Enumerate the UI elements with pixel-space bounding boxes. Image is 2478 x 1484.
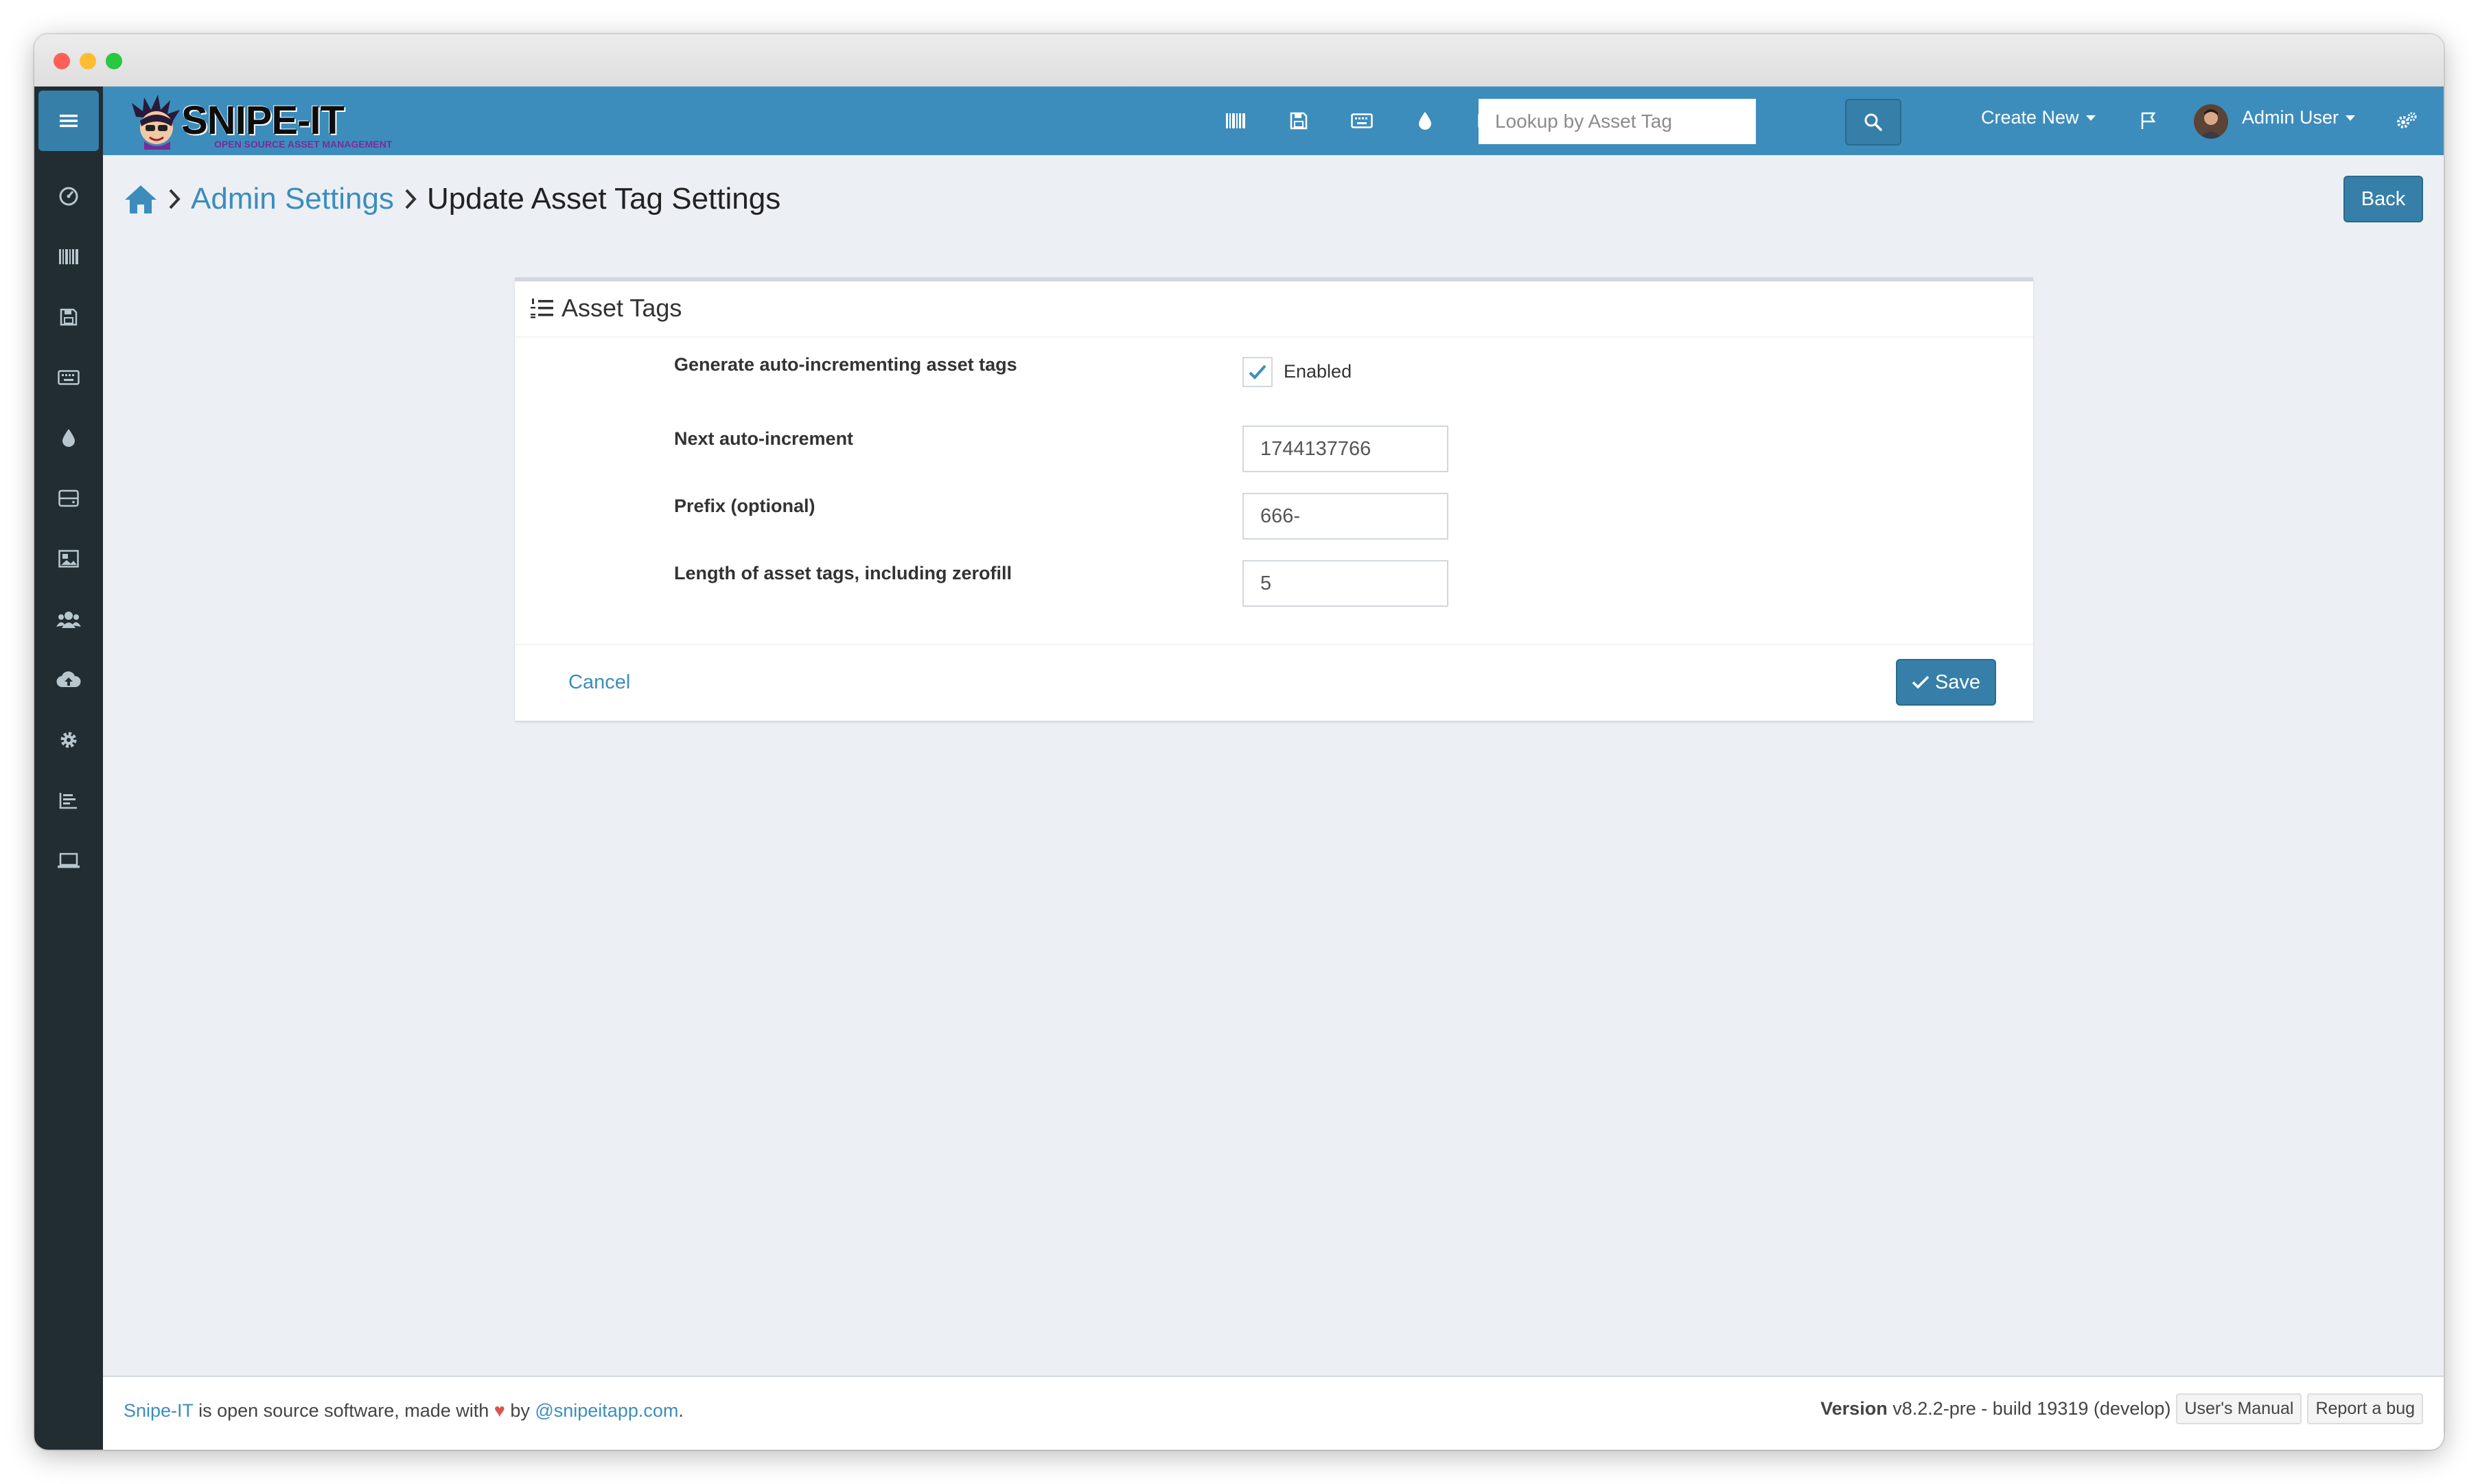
- footer-text: is open source software, made with: [193, 1400, 494, 1421]
- barcode-icon: [59, 249, 78, 264]
- footer-text: .: [678, 1400, 684, 1421]
- sidebar-item-predefined-kits[interactable]: [34, 538, 103, 579]
- footer-credits: Snipe-IT is open source software, made w…: [124, 1400, 684, 1422]
- hamburger-icon: [60, 115, 78, 128]
- users-manual-button[interactable]: User's Manual: [2176, 1393, 2302, 1424]
- mascot-logo-icon: [132, 95, 180, 150]
- admin-settings-cogs-icon[interactable]: [2390, 104, 2423, 137]
- sidebar-item-dashboard[interactable]: [34, 176, 103, 217]
- panel-header: Asset Tags: [515, 281, 2033, 338]
- snipeitapp-link[interactable]: @snipeitapp.com: [535, 1400, 678, 1421]
- snipe-it-link[interactable]: Snipe-IT: [124, 1400, 194, 1421]
- list-ol-icon: [531, 299, 553, 318]
- sidebar-item-reports[interactable]: [34, 780, 103, 821]
- sidebar-item-accessories[interactable]: [34, 357, 103, 398]
- create-new-dropdown[interactable]: Create New: [1981, 107, 2096, 128]
- cog-icon: [60, 732, 77, 748]
- breadcrumb-home[interactable]: [124, 183, 158, 215]
- brand-name: SNIPE-IT: [181, 98, 345, 143]
- footer-version: Version v8.2.2-pre - build 19319 (develo…: [1820, 1393, 2423, 1424]
- sidebar-item-import[interactable]: [34, 659, 103, 700]
- flag-icon[interactable]: [2132, 104, 2165, 137]
- user-name: Admin User: [2242, 107, 2339, 128]
- footer-text: by: [505, 1400, 535, 1421]
- window-titlebar: [34, 34, 2444, 88]
- save-button[interactable]: Save: [1896, 659, 1996, 706]
- report-bug-button[interactable]: Report a bug: [2307, 1393, 2423, 1424]
- breadcrumb-admin-settings[interactable]: Admin Settings: [191, 182, 394, 216]
- enabled-label[interactable]: Enabled: [1284, 361, 1352, 382]
- user-menu-dropdown[interactable]: Admin User: [2242, 107, 2356, 128]
- search-button[interactable]: [1845, 99, 1901, 146]
- chevron-right-icon: [169, 189, 181, 209]
- create-new-label: Create New: [1981, 107, 2079, 128]
- brand-tagline: OPEN SOURCE ASSET MANAGEMENT: [214, 139, 393, 150]
- sidebar-item-requestable[interactable]: [34, 840, 103, 881]
- chevron-down-icon: [2346, 115, 2356, 121]
- sidebar-item-settings[interactable]: [34, 719, 103, 761]
- drop-icon: [62, 429, 75, 447]
- sidebar-item-assets[interactable]: [34, 236, 103, 277]
- brand-logo[interactable]: SNIPE-IT OPEN SOURCE ASSET MANAGEMENT: [130, 92, 398, 152]
- page-footer: Snipe-IT is open source software, made w…: [103, 1376, 2444, 1450]
- zoom-window-button[interactable]: [106, 53, 122, 69]
- chart-icon: [59, 793, 77, 809]
- auto-increment-label: Generate auto-incrementing asset tags: [674, 354, 1017, 375]
- prefix-label: Prefix (optional): [674, 496, 815, 516]
- sidebar-item-licenses[interactable]: [34, 297, 103, 338]
- minimize-window-button[interactable]: [80, 53, 96, 69]
- keyboard-icon: [58, 370, 80, 385]
- sidebar-item-components[interactable]: [34, 478, 103, 519]
- next-auto-increment-input[interactable]: [1242, 426, 1448, 472]
- nav-assets-barcode-icon[interactable]: [1219, 104, 1252, 137]
- page-title: Update Asset Tag Settings: [426, 182, 781, 216]
- main-content: Admin Settings Update Asset Tag Settings…: [103, 155, 2444, 1450]
- heart-icon: ♥: [494, 1400, 505, 1421]
- chevron-down-icon: [2085, 115, 2096, 121]
- nav-consumables-drop-icon[interactable]: [1409, 104, 1441, 137]
- version-value: v8.2.2-pre - build 19319 (develop): [1887, 1398, 2171, 1419]
- breadcrumb: Admin Settings Update Asset Tag Settings: [124, 178, 780, 220]
- prefix-input[interactable]: [1242, 493, 1448, 540]
- panel-title: Asset Tags: [530, 294, 682, 323]
- version-label: Version: [1820, 1398, 1888, 1419]
- cloud-upload-icon: [56, 671, 81, 688]
- next-auto-increment-label: Next auto-increment: [674, 428, 854, 449]
- search-icon: [1864, 113, 1882, 131]
- dashboard-icon: [59, 187, 78, 206]
- panel-footer: Cancel Save: [515, 644, 2033, 722]
- nav-licenses-save-icon[interactable]: [1282, 104, 1315, 137]
- check-icon: [1912, 675, 1930, 689]
- zerofill-length-input[interactable]: [1242, 560, 1448, 607]
- back-button[interactable]: Back: [2343, 176, 2423, 222]
- sidebar: [34, 86, 103, 1450]
- zerofill-length-label: Length of asset tags, including zerofill: [674, 563, 1012, 583]
- app-window: SNIPE-IT OPEN SOURCE ASSET MANAGEMENT Cr…: [34, 34, 2444, 1450]
- laptop-icon: [58, 853, 80, 868]
- user-avatar[interactable]: [2194, 104, 2228, 139]
- asset-tag-search-input[interactable]: [1479, 99, 1756, 144]
- asset-tags-panel: Asset Tags Generate auto-incrementing as…: [515, 277, 2033, 721]
- close-window-button[interactable]: [54, 53, 70, 69]
- image-icon: [58, 550, 79, 568]
- check-icon: [1249, 364, 1266, 380]
- chevron-right-icon: [405, 189, 417, 209]
- users-icon: [56, 612, 81, 628]
- sidebar-toggle-button[interactable]: [38, 91, 99, 151]
- sidebar-item-people[interactable]: [34, 599, 103, 640]
- sidebar-item-consumables[interactable]: [34, 417, 103, 459]
- home-icon: [125, 185, 157, 213]
- auto-increment-checkbox[interactable]: [1242, 357, 1273, 387]
- panel-title-text: Asset Tags: [561, 294, 682, 322]
- nav-accessories-keyboard-icon[interactable]: [1345, 104, 1378, 137]
- save-icon: [60, 308, 78, 326]
- top-navbar: SNIPE-IT OPEN SOURCE ASSET MANAGEMENT Cr…: [34, 86, 2444, 155]
- hdd-icon: [58, 489, 79, 507]
- cancel-link[interactable]: Cancel: [568, 671, 630, 694]
- save-label: Save: [1934, 671, 1981, 693]
